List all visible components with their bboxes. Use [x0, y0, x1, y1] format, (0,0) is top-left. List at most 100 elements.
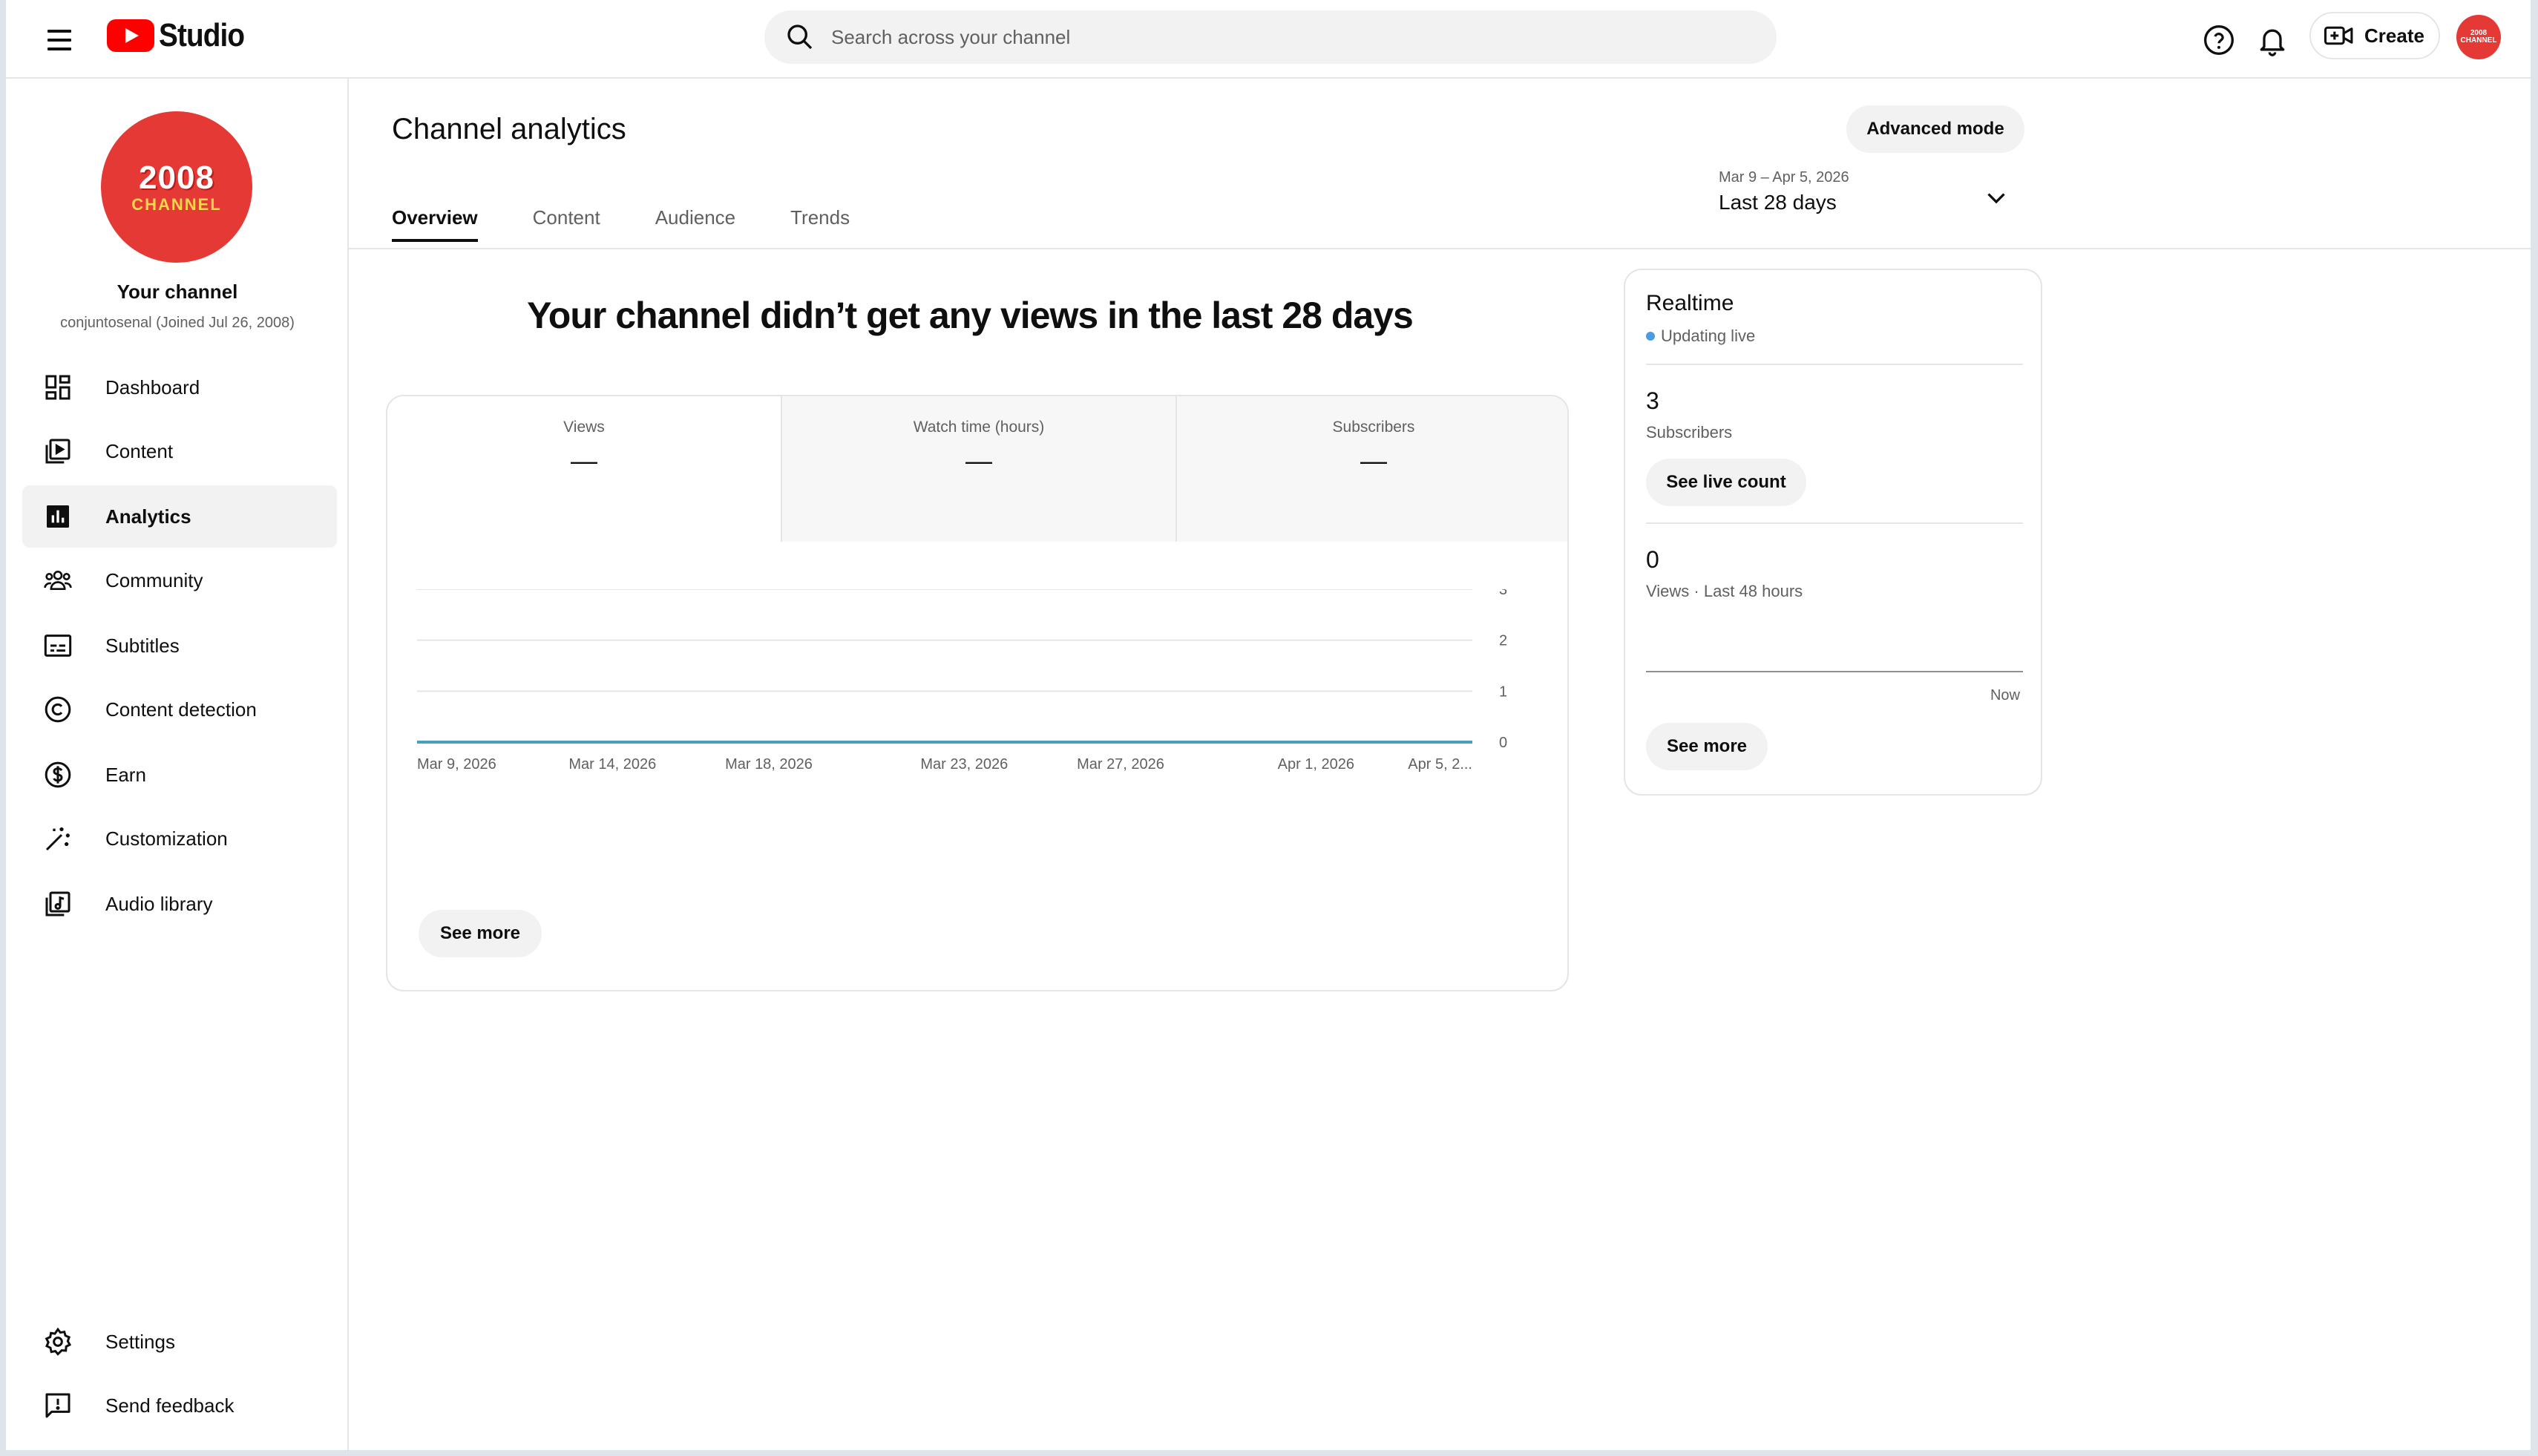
- y-tick-label: 2: [1499, 633, 1507, 649]
- search-input[interactable]: [831, 25, 1647, 49]
- dollar-icon: [40, 757, 76, 793]
- sidebar-item-content[interactable]: Content: [22, 420, 337, 482]
- tab-trends[interactable]: Trends: [790, 193, 850, 252]
- dashboard-icon: [40, 370, 76, 405]
- bell-icon[interactable]: [2252, 19, 2293, 61]
- gear-icon: [40, 1324, 76, 1360]
- subtitles-icon: [40, 628, 76, 663]
- metric-label: Subscribers: [1332, 419, 1415, 436]
- x-tick-label: Mar 18, 2026: [725, 756, 813, 773]
- realtime-see-more-button[interactable]: See more: [1646, 723, 1768, 770]
- sidebar-item-settings[interactable]: Settings: [22, 1311, 337, 1373]
- metric-value: —: [965, 445, 992, 476]
- x-tick-label: Mar 9, 2026: [417, 756, 496, 773]
- channel-avatar[interactable]: 2008 CHANNEL: [101, 111, 252, 263]
- sidebar-item-label: Customization: [105, 827, 228, 850]
- magic-wand-icon: [40, 821, 76, 856]
- views-count: 0: [1646, 546, 1659, 573]
- live-dot-icon: [1646, 332, 1655, 341]
- date-range-label: Last 28 days: [1719, 191, 1837, 214]
- youtube-play-icon: [107, 19, 154, 52]
- create-label: Create: [2364, 24, 2424, 47]
- date-range-text: Mar 9 – Apr 5, 2026: [1719, 169, 1849, 186]
- realtime-card: Realtime Updating live 3 Subscribers See…: [1624, 269, 2042, 796]
- search-icon: [787, 24, 813, 50]
- sidebar-item-label: Send feedback: [105, 1394, 235, 1417]
- avatar-text: 2008 CHANNEL: [2460, 29, 2497, 45]
- date-range-picker[interactable]: Mar 9 – Apr 5, 2026 Last 28 days: [1719, 169, 2023, 229]
- realtime-title: Realtime: [1646, 291, 1734, 315]
- channel-title: Your channel: [117, 281, 238, 303]
- copyright-icon: [40, 692, 76, 727]
- sidebar-item-community[interactable]: Community: [22, 549, 337, 611]
- views-line-chart: 0 1 2 3 Mar 9, 2026 Mar 14, 2026 Mar 18, 2026 M…: [417, 589, 1507, 773]
- sidebar-item-customization[interactable]: Customization: [22, 807, 337, 870]
- sidebar-item-label: Content detection: [105, 698, 257, 721]
- sidebar-item-dashboard[interactable]: Dashboard: [22, 356, 337, 419]
- x-tick-label: Mar 14, 2026: [568, 756, 656, 773]
- sidebar-item-subtitles[interactable]: Subtitles: [22, 614, 337, 677]
- x-tick-label: Apr 1, 2026: [1278, 756, 1354, 773]
- audio-library-icon: [40, 886, 76, 922]
- metric-label: Views: [563, 419, 605, 436]
- sidebar-item-content-detection[interactable]: Content detection: [22, 678, 337, 741]
- metric-tabs: Views — Watch time (hours) — Subscribers…: [387, 396, 1567, 542]
- analytics-icon: [40, 499, 76, 534]
- metric-value: —: [1360, 445, 1387, 476]
- see-live-count-button[interactable]: See live count: [1646, 459, 1806, 506]
- logo-text: Studio: [159, 17, 245, 53]
- now-label: Now: [1990, 687, 2020, 704]
- see-more-button[interactable]: See more: [419, 910, 542, 957]
- sidebar-item-label: Audio library: [105, 892, 213, 915]
- create-button[interactable]: Create: [2309, 12, 2440, 59]
- metric-subscribers[interactable]: Subscribers —: [1175, 396, 1567, 542]
- tab-audience[interactable]: Audience: [655, 193, 735, 252]
- help-icon[interactable]: [2198, 19, 2240, 61]
- views-label: Views · Last 48 hours: [1646, 582, 1803, 600]
- community-icon: [40, 563, 76, 598]
- avatar-line2: CHANNEL: [131, 195, 222, 214]
- search-bar[interactable]: [764, 10, 1777, 64]
- sidebar-item-label: Settings: [105, 1330, 175, 1353]
- sidebar-item-label: Analytics: [105, 505, 191, 528]
- overview-card: Views — Watch time (hours) — Subscribers…: [386, 395, 1569, 991]
- main-content: Channel analytics Advanced mode Overview…: [349, 79, 2531, 1450]
- subscriber-label: Subscribers: [1646, 423, 1733, 442]
- account-avatar[interactable]: 2008 CHANNEL: [2456, 15, 2501, 59]
- sidebar-item-earn[interactable]: Earn: [22, 744, 337, 806]
- page-title: Channel analytics: [392, 113, 626, 145]
- x-tick-label: Mar 27, 2026: [1077, 756, 1164, 773]
- tab-content[interactable]: Content: [533, 193, 600, 252]
- x-tick-label: Mar 23, 2026: [920, 756, 1008, 773]
- sidebar-item-label: Community: [105, 568, 203, 591]
- sidebar-item-analytics[interactable]: Analytics: [22, 485, 337, 548]
- feedback-icon: [40, 1388, 76, 1423]
- sidebar-item-audio-library[interactable]: Audio library: [22, 873, 337, 935]
- metric-label: Watch time (hours): [913, 419, 1045, 436]
- x-tick-label: Apr 5, 2...: [1408, 756, 1472, 773]
- advanced-mode-button[interactable]: Advanced mode: [1846, 105, 2024, 153]
- sidebar-item-label: Earn: [105, 763, 146, 786]
- metric-value: —: [571, 445, 597, 476]
- menu-icon[interactable]: [39, 19, 80, 61]
- tab-overview[interactable]: Overview: [392, 193, 478, 252]
- sidebar-item-label: Subtitles: [105, 634, 180, 657]
- subscriber-count: 3: [1646, 387, 1659, 414]
- sidebar: 2008 CHANNEL Your channel conjuntosenal …: [6, 79, 349, 1450]
- metric-watch-time[interactable]: Watch time (hours) —: [781, 396, 1175, 542]
- divider: [1646, 364, 2023, 365]
- metric-views[interactable]: Views —: [387, 396, 781, 542]
- create-video-icon: [2324, 26, 2353, 45]
- tabs-divider: [349, 248, 2531, 249]
- content-icon: [40, 433, 76, 469]
- avatar-line1: 2008: [139, 160, 214, 196]
- realtime-status: Updating live: [1646, 327, 1755, 346]
- sidebar-item-send-feedback[interactable]: Send feedback: [22, 1374, 337, 1437]
- realtime-status-text: Updating live: [1661, 327, 1756, 345]
- divider: [1646, 522, 2023, 524]
- y-tick-label: 1: [1499, 683, 1507, 700]
- y-tick-label: 3: [1499, 589, 1507, 598]
- studio-logo[interactable]: Studio: [107, 17, 256, 53]
- y-tick-label: 0: [1499, 735, 1507, 751]
- chevron-down-icon: [1987, 193, 2005, 204]
